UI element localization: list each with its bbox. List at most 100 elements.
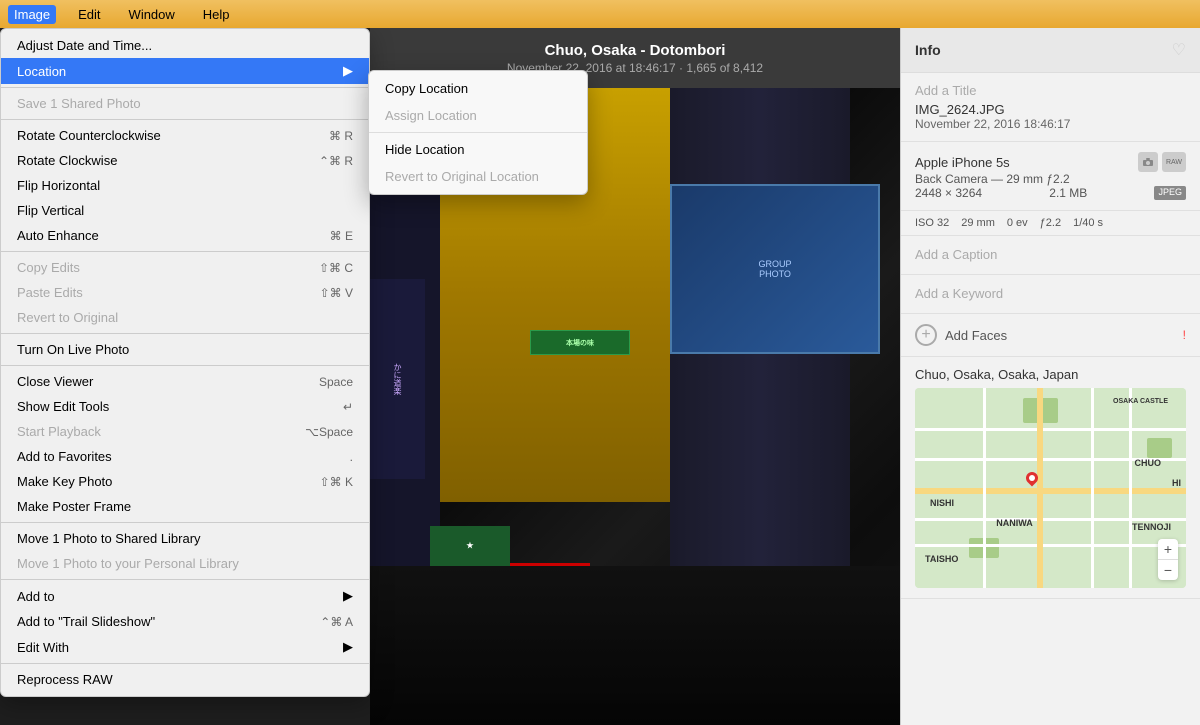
ev-value: 0 ev xyxy=(1007,217,1028,229)
road-h3 xyxy=(915,518,1186,521)
info-title-section: Add a Title IMG_2624.JPG November 22, 20… xyxy=(901,73,1200,142)
filesize: 2.1 MB xyxy=(1049,186,1087,200)
mm-value: 29 mm xyxy=(961,217,995,229)
menu-help[interactable]: Help xyxy=(197,5,236,24)
menu-auto-enhance[interactable]: Auto Enhance ⌘ E xyxy=(1,223,369,248)
road-main-v xyxy=(1037,388,1043,588)
menu-add-to[interactable]: Add to ▶ xyxy=(1,583,369,609)
faces-row[interactable]: + Add Faces ! xyxy=(901,314,1200,357)
map-label-osaka-castle: OSAKA CASTLE xyxy=(1113,398,1168,405)
map-green-2 xyxy=(1147,438,1172,458)
menu-revert-original: Revert to Original xyxy=(1,305,369,330)
shortcut-paste-edits: ⇧⌘ V xyxy=(320,286,353,300)
shutter-value: 1/40 s xyxy=(1073,217,1103,229)
map-label-hi: HI xyxy=(1172,478,1181,488)
aperture-value: ƒ2.2 xyxy=(1040,217,1061,229)
map-zoom-controls[interactable]: + − xyxy=(1158,539,1178,580)
map-container[interactable]: OSAKA CASTLE CHUO NISHI NANIWA TENNOJI T… xyxy=(915,388,1186,588)
location-submenu: Copy Location Assign Location Hide Locat… xyxy=(368,70,588,195)
submenu-arrow: ▶ xyxy=(343,63,353,79)
shortcut-close-viewer: Space xyxy=(319,375,353,389)
faces-label: Add Faces xyxy=(945,328,1007,343)
menu-close-viewer[interactable]: Close Viewer Space xyxy=(1,369,369,394)
menu-save-shared: Save 1 Shared Photo xyxy=(1,91,369,116)
menu-make-poster-frame[interactable]: Make Poster Frame xyxy=(1,494,369,519)
map-label-tennoji: TENNOJI xyxy=(1132,522,1171,532)
device-icons: RAW xyxy=(1138,152,1186,172)
format-badge: JPEG xyxy=(1154,186,1186,200)
add-caption-text: Add a Caption xyxy=(915,247,997,262)
menu-rotate-cw[interactable]: Rotate Clockwise ⌃⌘ R xyxy=(1,148,369,173)
menu-edit[interactable]: Edit xyxy=(72,5,106,24)
iso-value: ISO 32 xyxy=(915,217,949,229)
add-keyword-section[interactable]: Add a Keyword xyxy=(901,275,1200,314)
green-sign: 本場の味 xyxy=(530,330,630,355)
menu-make-key-photo[interactable]: Make Key Photo ⇧⌘ K xyxy=(1,469,369,494)
shortcut-rotate-cw: ⌃⌘ R xyxy=(319,154,353,168)
menu-move-shared[interactable]: Move 1 Photo to Shared Library xyxy=(1,526,369,551)
map-background: OSAKA CASTLE CHUO NISHI NANIWA TENNOJI T… xyxy=(915,388,1186,588)
shortcut-rotate-ccw: ⌘ R xyxy=(329,129,353,143)
info-heart-icon[interactable]: ♡ xyxy=(1172,40,1186,60)
camera-info: Back Camera — 29 mm ƒ2.2 xyxy=(915,172,1186,186)
sep-6 xyxy=(1,522,369,523)
main-area: Chuo, Osaka - Dotombori November 22, 201… xyxy=(0,28,1200,725)
menu-rotate-ccw[interactable]: Rotate Counterclockwise ⌘ R xyxy=(1,123,369,148)
add-to-arrow: ▶ xyxy=(343,588,353,604)
road-h1 xyxy=(915,428,1186,431)
info-date: November 22, 2016 18:46:17 xyxy=(915,117,1186,131)
map-label-nishi: NISHI xyxy=(930,498,954,508)
shortcut-edit-tools: ↵ xyxy=(343,400,353,414)
road-v2 xyxy=(1091,388,1094,588)
menu-reprocess-raw[interactable]: Reprocess RAW xyxy=(1,667,369,692)
camera-icon xyxy=(1138,152,1158,172)
submenu-hide-location[interactable]: Hide Location xyxy=(369,136,587,163)
shortcut-key-photo: ⇧⌘ K xyxy=(320,475,353,489)
menu-flip-h[interactable]: Flip Horizontal xyxy=(1,173,369,198)
starbucks: ★ xyxy=(430,526,510,566)
menu-window[interactable]: Window xyxy=(123,5,181,24)
shortcut-copy-edits: ⇧⌘ C xyxy=(319,261,353,275)
shortcut-favorites: . xyxy=(350,450,353,464)
add-keyword-text: Add a Keyword xyxy=(915,286,1003,301)
menu-paste-edits: Paste Edits ⇧⌘ V xyxy=(1,280,369,305)
dims-row: 2448 × 3264 2.1 MB JPEG xyxy=(915,186,1186,200)
road-main-h xyxy=(915,488,1186,494)
sep-7 xyxy=(1,579,369,580)
map-label-chuo: CHUO xyxy=(1135,458,1162,468)
info-panel-header: Info ♡ xyxy=(901,28,1200,73)
sep-1 xyxy=(1,87,369,88)
menu-flip-v[interactable]: Flip Vertical xyxy=(1,198,369,223)
location-section: Chuo, Osaka, Osaka, Japan xyxy=(901,357,1200,599)
map-zoom-in[interactable]: + xyxy=(1158,539,1178,559)
info-filename: IMG_2624.JPG xyxy=(915,102,1186,117)
road-v1 xyxy=(983,388,986,588)
add-title-placeholder[interactable]: Add a Title xyxy=(915,83,1186,98)
map-zoom-out[interactable]: − xyxy=(1158,560,1178,580)
menu-adjust-date[interactable]: Adjust Date and Time... xyxy=(1,33,369,58)
dimensions: 2448 × 3264 xyxy=(915,186,982,200)
road-h4 xyxy=(915,544,1186,547)
menu-location[interactable]: Location ▶ xyxy=(1,58,369,84)
image-menu-dropdown: Adjust Date and Time... Location ▶ Save … xyxy=(0,28,370,697)
menu-image[interactable]: Image xyxy=(8,5,56,24)
edit-with-arrow: ▶ xyxy=(343,639,353,655)
sep-4 xyxy=(1,333,369,334)
submenu-copy-location[interactable]: Copy Location xyxy=(369,75,587,102)
menu-add-trail-slideshow[interactable]: Add to "Trail Slideshow" ⌃⌘ A xyxy=(1,609,369,634)
exif-row: ISO 32 29 mm 0 ev ƒ2.2 1/40 s xyxy=(901,211,1200,236)
menu-copy-edits: Copy Edits ⇧⌘ C xyxy=(1,255,369,280)
menu-start-playback: Start Playback ⌥Space xyxy=(1,419,369,444)
menu-live-photo[interactable]: Turn On Live Photo xyxy=(1,337,369,362)
menu-bar: Image Edit Window Help xyxy=(0,0,1200,28)
sep-5 xyxy=(1,365,369,366)
submenu-revert-location: Revert to Original Location xyxy=(369,163,587,190)
add-caption-section[interactable]: Add a Caption xyxy=(901,236,1200,275)
submenu-sep xyxy=(369,132,587,133)
street xyxy=(370,566,900,725)
location-name: Chuo, Osaka, Osaka, Japan xyxy=(915,367,1186,382)
menu-edit-with[interactable]: Edit With ▶ xyxy=(1,634,369,660)
map-label-naniwa: NANIWA xyxy=(996,518,1033,528)
menu-add-favorites[interactable]: Add to Favorites . xyxy=(1,444,369,469)
menu-show-edit-tools[interactable]: Show Edit Tools ↵ xyxy=(1,394,369,419)
